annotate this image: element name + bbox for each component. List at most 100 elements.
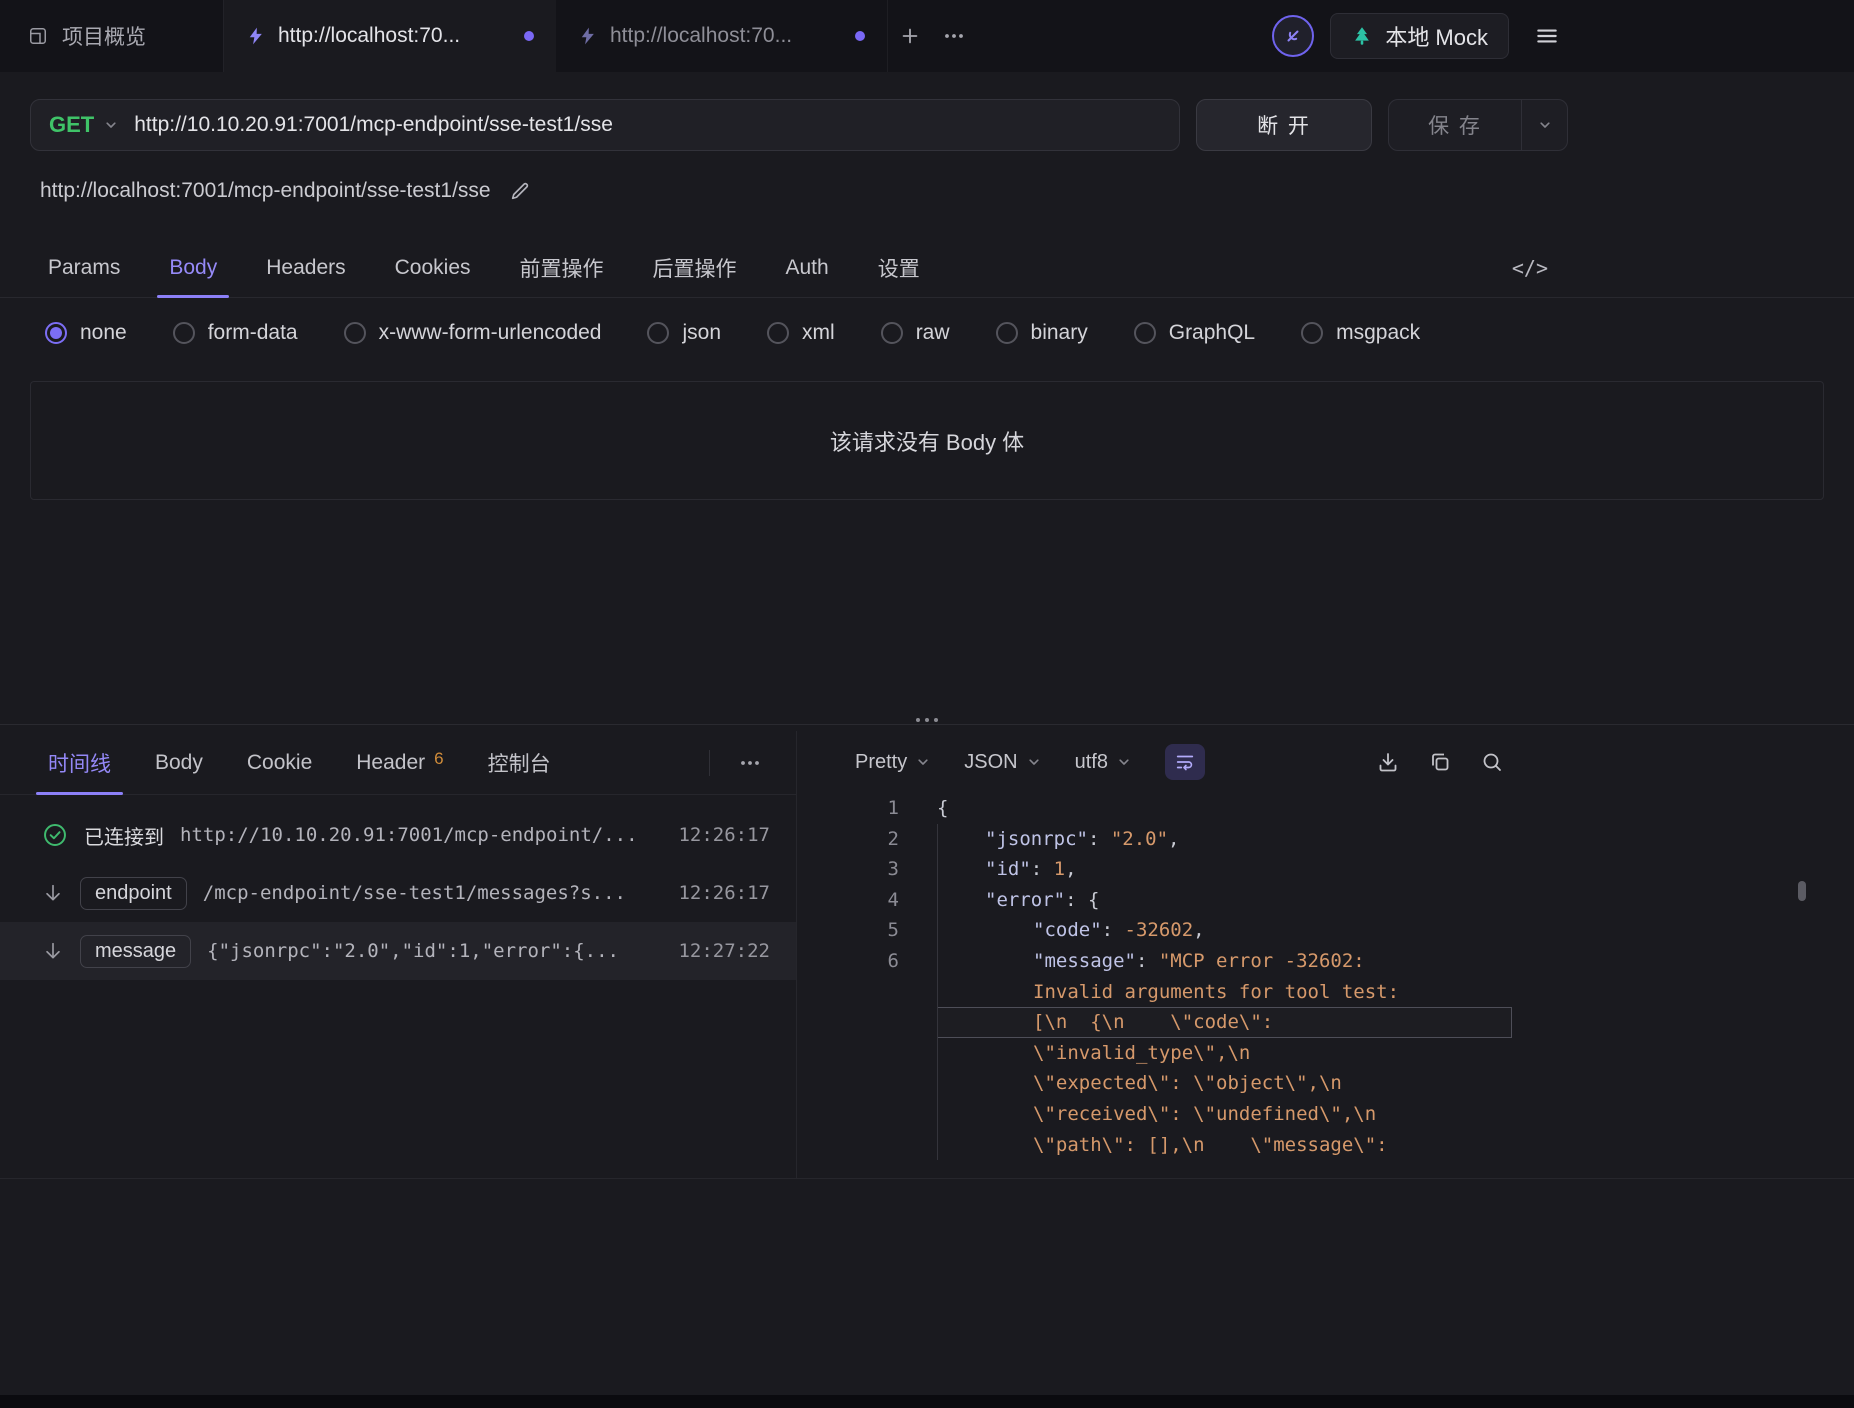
project-overview-tab[interactable]: 项目概览 (0, 0, 224, 72)
code-content: \"expected\": \"object\",\n (937, 1068, 1512, 1099)
radio-icon (343, 322, 366, 344)
code-area[interactable]: 1{2 "jsonrpc": "2.0", 3 "id": 1, 4 "error": {… (797, 793, 1854, 1161)
disconnect-button[interactable]: 断 开 (1196, 99, 1372, 151)
method-select[interactable]: GET (49, 112, 118, 138)
code-content: \"invalid_type\",\n (937, 1038, 1512, 1069)
radio-label: binary (1030, 321, 1088, 344)
code-line: 5 "code": -32602, (797, 915, 1854, 946)
save-button[interactable]: 保 存 (1389, 100, 1521, 150)
code-content: "jsonrpc": "2.0", (937, 824, 1512, 855)
url-box: GET (30, 99, 1180, 151)
scrollbar-thumb[interactable] (1798, 881, 1806, 901)
chevron-down-icon (1117, 755, 1131, 769)
radio-icon (172, 322, 195, 344)
radio-label: json (682, 321, 722, 344)
code-line: \"path\": [],\n \"message\": (797, 1130, 1854, 1161)
viewer-icon-group (1376, 750, 1504, 774)
code-content: Invalid arguments for tool test: (937, 977, 1512, 1008)
request-bar: GET 断 开 保 存 (30, 99, 1568, 151)
search-button[interactable] (1480, 750, 1504, 774)
response-tab-控制台[interactable]: 控制台 (488, 731, 551, 794)
code-token: "message" (1033, 949, 1136, 972)
copy-button[interactable] (1428, 750, 1452, 774)
body-type-option-form-data[interactable]: form-data (172, 321, 298, 345)
response-tab-时间线[interactable]: 时间线 (36, 731, 123, 795)
body-type-option-msgpack[interactable]: msgpack (1301, 321, 1420, 345)
response-more-button[interactable] (728, 741, 772, 785)
radio-label: GraphQL (1168, 321, 1256, 344)
format-select[interactable]: Pretty (855, 751, 930, 774)
radio-icon (647, 322, 670, 344)
code-token: { (937, 797, 949, 819)
body-type-option-GraphQL[interactable]: GraphQL (1133, 321, 1256, 345)
request-tab-后置操作[interactable]: 后置操作 (653, 238, 737, 297)
word-wrap-toggle[interactable] (1164, 744, 1205, 780)
response-tab-Cookie[interactable]: Cookie (247, 731, 312, 794)
code-token: , (1168, 827, 1180, 850)
code-view-icon[interactable]: </> (1512, 256, 1548, 280)
url-input[interactable] (134, 113, 1161, 137)
radio-icon (1133, 322, 1156, 344)
code-token: \"path\": [],\n \"message\": (1033, 1133, 1388, 1156)
request-tab-设置[interactable]: 设置 (878, 238, 920, 297)
response-viewer: Pretty JSON utf8 1 {2 "jsonrpc": "2.0",… (797, 731, 1854, 1178)
timeline-event-label: 已连接到 (84, 826, 164, 849)
sync-status-icon[interactable] (1272, 15, 1315, 57)
resolved-url: http://localhost:7001/mcp-endpoint/sse-t… (40, 179, 491, 202)
request-tab-Headers[interactable]: Headers (266, 238, 345, 297)
body-type-option-binary[interactable]: binary (995, 321, 1088, 345)
line-number: 5 (887, 919, 899, 942)
pane-splitter[interactable] (0, 715, 1854, 731)
timeline-row[interactable]: 已连接到 http://10.10.20.91:7001/mcp-endpoint… (0, 806, 796, 864)
menu-button[interactable] (1525, 14, 1569, 58)
code-content: \"path\": [],\n \"message\": (937, 1130, 1512, 1161)
code-token: "2.0" (1110, 827, 1169, 850)
line-number: 3 (887, 858, 899, 881)
save-dropdown-button[interactable] (1521, 100, 1567, 150)
tab-more-button[interactable] (932, 14, 976, 58)
response-panel: 时间线 Body Cookie Header 6 控制台 已连接到 http://10.10… (0, 731, 797, 1178)
timeline-list: 已连接到 http://10.10.20.91:7001/mcp-endpoint… (0, 795, 796, 980)
code-content: [\n {\n \"code\": (937, 1007, 1512, 1038)
environment-selector[interactable]: 本地 Mock (1330, 13, 1509, 59)
code-token: : (1030, 858, 1054, 881)
code-token: , (1193, 919, 1205, 942)
header-count-badge: 6 (434, 748, 444, 768)
environment-icon (1351, 25, 1373, 47)
body-type-option-xml[interactable]: xml (767, 321, 835, 345)
request-tab-Cookies[interactable]: Cookies (395, 238, 471, 297)
code-token: \"received\": \"undefined\",\n (1033, 1102, 1377, 1125)
body-type-option-raw[interactable]: raw (880, 321, 950, 345)
request-tab-Auth[interactable]: Auth (786, 238, 829, 297)
download-button[interactable] (1376, 750, 1400, 774)
body-type-option-x-www-form-urlencoded[interactable]: x-www-form-urlencoded (343, 321, 601, 345)
edit-icon[interactable] (509, 180, 531, 202)
timeline-row[interactable]: endpoint/mcp-endpoint/sse-test1/messages… (0, 864, 796, 922)
code-token: Invalid arguments for tool test: (1033, 980, 1400, 1003)
radio-icon (1301, 322, 1324, 344)
encoding-select[interactable]: utf8 (1075, 751, 1131, 774)
request-tab-Params[interactable]: Params (48, 238, 120, 297)
language-select[interactable]: JSON (964, 751, 1040, 774)
radio-icon (880, 322, 903, 344)
response-tabs: 时间线 Body Cookie Header 6 控制台 (0, 731, 796, 795)
new-tab-button[interactable] (888, 14, 932, 58)
request-doc-tab-1[interactable]: http://localhost:70... (224, 0, 556, 72)
line-number (797, 1038, 937, 1069)
response-tab-Body[interactable]: Body (155, 731, 203, 794)
request-tab-Body[interactable]: Body (157, 238, 230, 298)
request-doc-tab-2[interactable]: http://localhost:70... (556, 0, 888, 72)
response-tab-Header[interactable]: Header 6 (356, 731, 443, 794)
request-tab-前置操作[interactable]: 前置操作 (520, 238, 604, 297)
radio-label: msgpack (1336, 321, 1421, 344)
doc-tab-label: http://localhost:70... (610, 24, 793, 47)
chevron-down-icon (916, 755, 930, 769)
app-window: 项目概览 http://localhost:70... http://local… (0, 0, 1854, 1408)
code-token: \"invalid_type\",\n (1033, 1041, 1251, 1064)
code-token: , (1065, 858, 1077, 881)
chevron-down-icon (104, 118, 118, 132)
body-type-option-json[interactable]: json (647, 321, 721, 345)
body-type-option-none[interactable]: none (45, 321, 127, 345)
timeline-row[interactable]: message {"jsonrpc":"2.0","id":1,"error":{… (0, 922, 796, 980)
